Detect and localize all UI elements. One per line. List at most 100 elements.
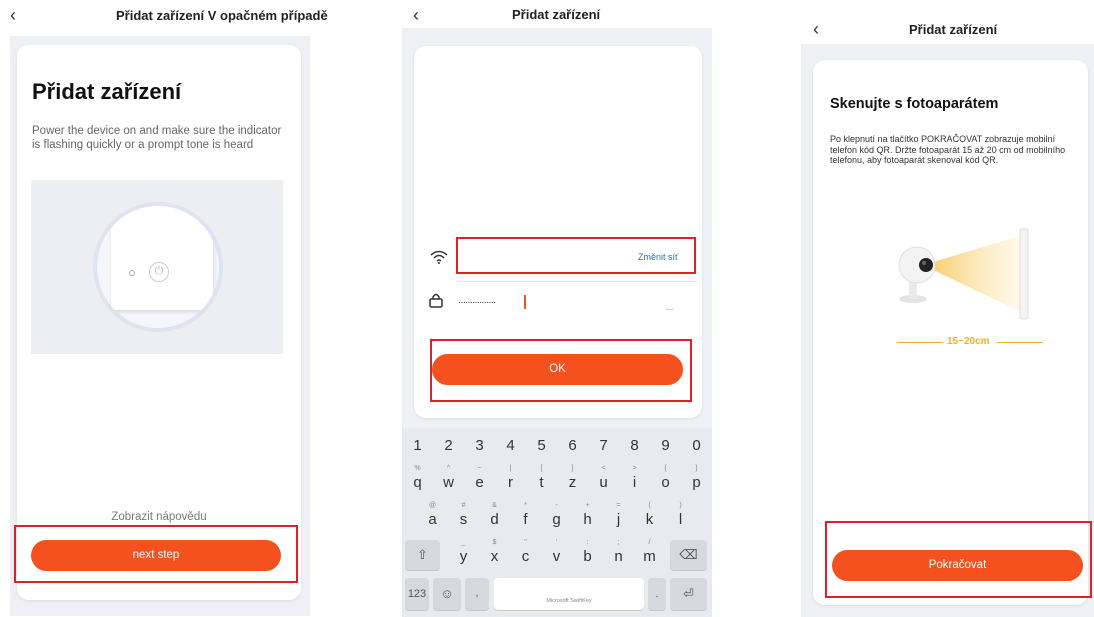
key-char: z <box>568 474 577 491</box>
key-alt-char: ; <box>617 539 620 546</box>
key-char: x <box>490 548 499 565</box>
key-2[interactable]: 2 <box>433 431 464 461</box>
key-alt-char: | <box>509 465 512 472</box>
key-w[interactable]: ^ w <box>433 464 464 494</box>
show-help-link[interactable]: Zobrazit nápovědu <box>17 511 301 523</box>
password-input[interactable]: ················ <box>458 297 496 308</box>
key-char: f <box>523 511 528 528</box>
enter-icon[interactable]: ⏎ <box>670 578 707 610</box>
key-x[interactable]: $ x <box>479 538 510 568</box>
key-char: t <box>539 474 544 491</box>
key-alt-char: } <box>695 465 698 472</box>
key-char: n <box>614 548 623 565</box>
key-9[interactable]: 9 <box>650 431 681 461</box>
key-z[interactable]: ] z <box>557 464 588 494</box>
key-alt-char: - <box>555 502 558 509</box>
key-e[interactable]: ~ e <box>464 464 495 494</box>
numbers-key[interactable]: 123 <box>405 578 429 610</box>
key-y[interactable]: _ y <box>448 538 479 568</box>
key-char: u <box>599 474 608 491</box>
key-r[interactable]: | r <box>495 464 526 494</box>
key-char: a <box>428 511 437 528</box>
key-alt-char: = <box>616 502 621 509</box>
key-l[interactable]: ) l <box>665 501 696 531</box>
key-alt-char: & <box>492 502 497 509</box>
keyboard-row-2: @ a # s & d * f - g + h = j(k) l <box>402 501 712 531</box>
key-t[interactable]: [t <box>526 464 557 494</box>
card-heading: Skenujte s fotoaparátem <box>830 96 999 112</box>
emoji-icon[interactable]: ☺ <box>433 578 461 610</box>
key-char: y <box>459 548 468 565</box>
comma-key-icon[interactable]: , <box>465 578 489 610</box>
key-alt-char: _ <box>461 539 466 546</box>
key-char: k <box>645 511 654 528</box>
card-description: Po klepnutí na tlačítko POKRAČOVAT zobra… <box>830 134 1066 165</box>
key-i[interactable]: > i <box>619 464 650 494</box>
change-network-link[interactable]: Změnit síť <box>638 252 678 262</box>
key-6[interactable]: 6 <box>557 431 588 461</box>
distance-label: 15~20cm <box>947 336 990 347</box>
chevron-left-icon[interactable]: ‹ <box>813 20 819 38</box>
space-bar[interactable]: Microsoft SwiftKey <box>494 578 644 610</box>
key-g[interactable]: -g <box>541 501 572 531</box>
key-c[interactable]: " c <box>510 538 541 568</box>
key-alt-char: % <box>414 465 421 472</box>
key-v[interactable]: ' v <box>541 538 572 568</box>
keyboard-row-1: % q ^ w ~ e | r[t] z < u > i{o} p <box>402 464 712 494</box>
distance-line-right <box>997 342 1043 343</box>
key-q[interactable]: % q <box>402 464 433 494</box>
chevron-left-icon[interactable]: ‹ <box>413 6 419 24</box>
key-b[interactable]: :b <box>572 538 603 568</box>
camera-scan-illustration <box>898 228 1029 320</box>
backspace-icon[interactable]: ⌫ <box>670 540 707 570</box>
key-f[interactable]: * f <box>510 501 541 531</box>
distance-line-left <box>897 342 943 343</box>
key-alt-char: ( <box>648 502 651 509</box>
key-4[interactable]: 4 <box>495 431 526 461</box>
screen-power-on: ‹ Přidat zařízení V opačném případě Přid… <box>0 0 328 617</box>
chevron-left-icon[interactable]: ‹ <box>10 6 16 24</box>
key-5[interactable]: 5 <box>526 431 557 461</box>
device-shape: ⏻ <box>111 206 213 310</box>
key-7[interactable]: 7 <box>588 431 619 461</box>
key-u[interactable]: < u <box>588 464 619 494</box>
key-alt-char: @ <box>428 502 437 509</box>
key-char: p <box>692 474 701 491</box>
key-j[interactable]: = j <box>603 501 634 531</box>
key-0[interactable]: 0 <box>681 431 712 461</box>
keyboard-row-3: _ y $ x " c ' v: b; n / m <box>402 538 712 568</box>
hide-password-icon[interactable]: ‿ <box>666 300 673 311</box>
next-step-button[interactable]: next step <box>31 540 281 571</box>
page-title: Přidat zařízení <box>909 22 998 37</box>
key-char: s <box>459 511 468 528</box>
card-description: Power the device on and make sure the in… <box>32 125 282 151</box>
key-h[interactable]: + h <box>572 501 603 531</box>
key-char: i <box>632 474 637 491</box>
key-3[interactable]: 3 <box>464 431 495 461</box>
continue-button[interactable]: Pokračovat <box>832 550 1083 581</box>
page-title: Přidat zařízení <box>512 7 601 22</box>
key-m[interactable]: / m <box>634 538 665 568</box>
lens-glint <box>922 261 926 265</box>
period-key-icon[interactable]: . <box>648 578 666 610</box>
key-1[interactable]: 1 <box>402 431 433 461</box>
key-k[interactable]: (k <box>634 501 665 531</box>
key-o[interactable]: {o <box>650 464 681 494</box>
page-title: Přidat zařízení V opačném případě <box>116 8 328 23</box>
key-8[interactable]: 8 <box>619 431 650 461</box>
key-char: h <box>583 511 592 528</box>
key-alt-char: " <box>524 539 527 546</box>
key-a[interactable]: @ a <box>417 501 448 531</box>
key-p[interactable]: } p <box>681 464 712 494</box>
lock-icon <box>429 293 443 308</box>
key-d[interactable]: & d <box>479 501 510 531</box>
key-s[interactable]: # s <box>448 501 479 531</box>
key-alt-char: / <box>648 539 651 546</box>
wifi-icon <box>430 250 448 264</box>
power-icon: ⏻ <box>149 262 169 282</box>
ok-button[interactable]: OK <box>432 354 683 385</box>
key-n[interactable]: ; n <box>603 538 634 568</box>
phone-shape <box>1019 228 1029 320</box>
key-alt-char: $ <box>492 539 497 546</box>
shift-icon[interactable]: ⇧ <box>405 540 440 570</box>
